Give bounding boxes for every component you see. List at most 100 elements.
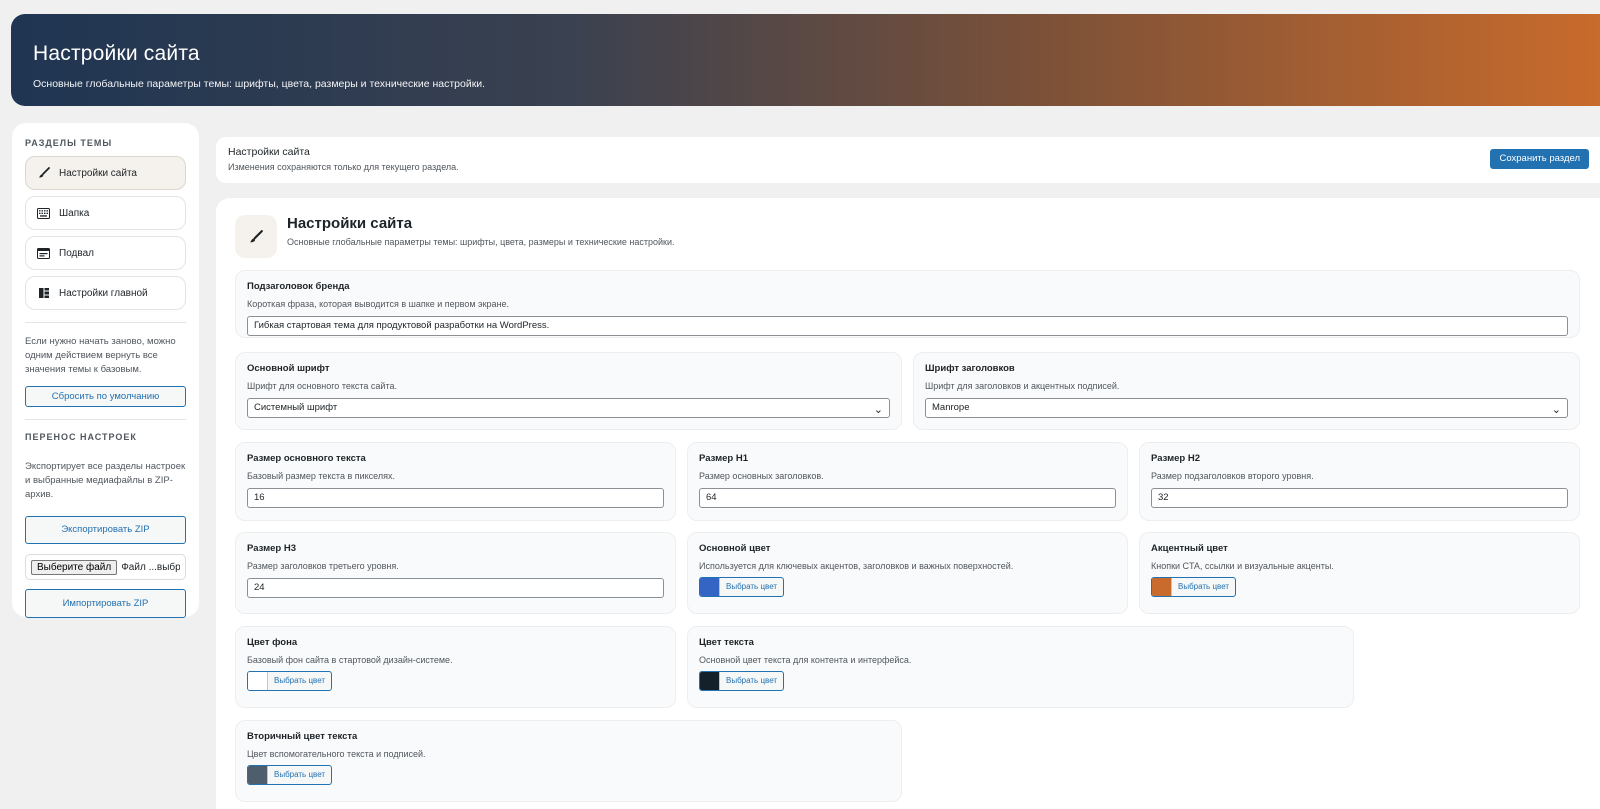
text-color-picker[interactable]: Выбрать цвет [699, 671, 785, 691]
brand-subtitle-input[interactable]: Гибкая стартовая тема для продуктовой ра… [247, 316, 1568, 336]
hero-subtitle: Основные глобальные параметры темы: шриф… [33, 78, 486, 90]
panel-title: Настройки сайта [287, 215, 413, 232]
field-desc: Базовый фон сайта в стартовой дизайн-сис… [247, 655, 453, 665]
reset-defaults-button[interactable]: Сбросить по умолчанию [25, 386, 186, 407]
sidebar-item-header[interactable]: Шапка [25, 196, 186, 230]
transfer-heading: ПЕРЕНОС НАСТРОЕК [25, 432, 137, 442]
layout-icon [37, 287, 50, 300]
body-size-input[interactable]: 16 [247, 488, 664, 508]
field-desc: Короткая фраза, которая выводится в шапк… [247, 299, 510, 309]
main-font-field: Основной шрифт Шрифт для основного текст… [235, 352, 902, 430]
keyboard-icon [37, 207, 50, 220]
pick-color-label: Выбрать цвет [726, 582, 778, 591]
toolbar-title: Настройки сайта [228, 146, 310, 158]
brand-subtitle-field: Подзаголовок бренда Короткая фраза, кото… [235, 270, 1580, 338]
sections-heading: РАЗДЕЛЫ ТЕМЫ [25, 138, 113, 148]
field-desc: Размер основных заголовков. [699, 471, 824, 481]
accent-color-field: Акцентный цвет Кнопки CTA, ссылки и визу… [1139, 532, 1580, 614]
sidebar-item-label: Подвал [59, 247, 94, 259]
file-status: Файл ...выбран [121, 561, 180, 573]
field-label: Цвет текста [699, 637, 754, 648]
sidebar-item-label: Настройки сайта [59, 167, 137, 179]
section-toolbar: Настройки сайта Изменения сохраняются то… [216, 137, 1600, 183]
field-desc: Кнопки CTA, ссылки и визуальные акценты. [1151, 561, 1334, 571]
field-label: Цвет фона [247, 637, 298, 648]
sidebar: РАЗДЕЛЫ ТЕМЫ Настройки сайта Шапка Подва… [12, 123, 199, 618]
field-label: Размер H1 [699, 453, 748, 464]
field-desc: Используется для ключевых акцентов, заго… [699, 561, 1014, 571]
chevron-down-icon: ⌄ [873, 404, 883, 416]
toolbar-note: Изменения сохраняются только для текущег… [228, 162, 459, 172]
sidebar-item-label: Настройки главной [59, 287, 148, 299]
field-desc: Базовый размер текста в пикселях. [247, 471, 395, 481]
text-color-field: Цвет текста Основной цвет текста для кон… [687, 626, 1354, 708]
heading-font-field: Шрифт заголовков Шрифт для заголовков и … [913, 352, 1580, 430]
page-hero: Настройки сайта Основные глобальные пара… [11, 14, 1600, 106]
heading-font-select[interactable]: Manrope ⌄ [925, 398, 1568, 418]
pick-color-label: Выбрать цвет [274, 676, 326, 685]
sidebar-item-label: Шапка [59, 207, 90, 219]
sidebar-item-footer[interactable]: Подвал [25, 236, 186, 270]
background-color-picker[interactable]: Выбрать цвет [247, 671, 333, 691]
import-zip-button[interactable]: Импортировать ZIP [25, 589, 186, 618]
field-desc: Шрифт для заголовков и акцентных подписе… [925, 381, 1120, 391]
background-color-field: Цвет фона Базовый фон сайта в стартовой … [235, 626, 676, 708]
body-size-field: Размер основного текста Базовый размер т… [235, 442, 676, 521]
pick-color-label: Выбрать цвет [274, 770, 326, 779]
settings-panel: Настройки сайта Основные глобальные пара… [216, 198, 1600, 809]
h1-size-field: Размер H1 Размер основных заголовков. 64 [687, 442, 1128, 521]
save-section-button[interactable]: Сохранить раздел [1490, 149, 1589, 169]
field-desc: Размер заголовков третьего уровня. [247, 561, 399, 571]
h3-size-field: Размер H3 Размер заголовков третьего уро… [235, 532, 676, 614]
panel-header: Настройки сайта Основные глобальные пара… [235, 215, 675, 258]
h1-size-input[interactable]: 64 [699, 488, 1116, 508]
primary-color-picker[interactable]: Выбрать цвет [699, 577, 785, 597]
main-font-select[interactable]: Системный шрифт ⌄ [247, 398, 890, 418]
sidebar-divider [25, 419, 186, 420]
h2-size-input[interactable]: 32 [1151, 488, 1568, 508]
field-label: Основной шрифт [247, 363, 330, 374]
sidebar-item-site-settings[interactable]: Настройки сайта [25, 156, 186, 190]
select-value: Системный шрифт [254, 402, 338, 413]
pick-color-label: Выбрать цвет [1178, 582, 1230, 591]
field-desc: Шрифт для основного текста сайта. [247, 381, 397, 391]
hero-title: Настройки сайта [33, 42, 200, 65]
transfer-note: Экспортирует все разделы настроек и выбр… [25, 461, 186, 500]
color-swatch [1152, 578, 1172, 596]
field-label: Шрифт заголовков [925, 363, 1015, 374]
field-label: Акцентный цвет [1151, 543, 1228, 554]
secondary-text-color-field: Вторичный цвет текста Цвет вспомогательн… [235, 720, 902, 802]
accent-color-picker[interactable]: Выбрать цвет [1151, 577, 1237, 597]
color-swatch [700, 578, 720, 596]
pick-color-label: Выбрать цвет [726, 676, 778, 685]
choose-file-button[interactable]: Выберите файл [31, 559, 118, 575]
h2-size-field: Размер H2 Размер подзаголовков второго у… [1139, 442, 1580, 521]
field-label: Основной цвет [699, 543, 771, 554]
color-swatch [248, 672, 268, 690]
field-label: Подзаголовок бренда [247, 281, 350, 292]
field-label: Вторичный цвет текста [247, 731, 358, 742]
field-desc: Цвет вспомогательного текста и подписей. [247, 749, 426, 759]
field-label: Размер H2 [1151, 453, 1200, 464]
color-swatch [248, 766, 268, 784]
sidebar-divider [25, 322, 186, 323]
sections-nav: Настройки сайта Шапка Подвал Настройки г… [25, 156, 186, 310]
color-swatch [700, 672, 720, 690]
sidebar-item-home-settings[interactable]: Настройки главной [25, 276, 186, 310]
field-label: Размер основного текста [247, 453, 366, 464]
chevron-down-icon: ⌄ [1551, 404, 1561, 416]
h3-size-input[interactable]: 24 [247, 578, 664, 598]
footer-icon [37, 247, 50, 260]
field-label: Размер H3 [247, 543, 296, 554]
panel-subtitle: Основные глобальные параметры темы: шриф… [287, 237, 675, 247]
export-zip-button[interactable]: Экспортировать ZIP [25, 516, 186, 544]
field-desc: Размер подзаголовков второго уровня. [1151, 471, 1314, 481]
field-desc: Основной цвет текста для контента и инте… [699, 655, 912, 665]
file-input[interactable]: Выберите файл Файл ...выбран [25, 554, 186, 580]
brush-icon [37, 167, 50, 180]
reset-note: Если нужно начать заново, можно одним де… [25, 336, 176, 375]
secondary-text-color-picker[interactable]: Выбрать цвет [247, 765, 333, 785]
select-value: Manrope [932, 402, 970, 413]
brush-icon [235, 215, 277, 258]
primary-color-field: Основной цвет Используется для ключевых … [687, 532, 1128, 614]
